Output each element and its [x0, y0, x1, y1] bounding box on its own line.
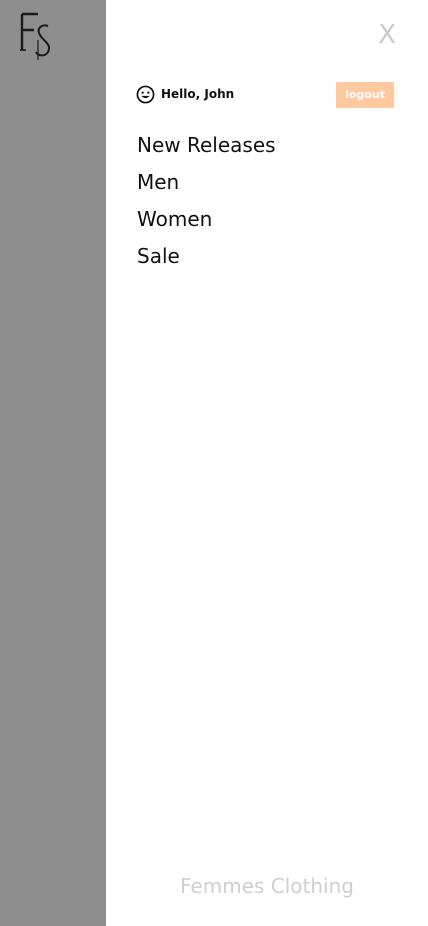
nav-menu: New Releases Men Women Sale [137, 130, 276, 278]
brand-logo[interactable] [16, 10, 60, 62]
nav-item-women[interactable]: Women [137, 204, 276, 241]
close-menu-button[interactable]: X [378, 22, 396, 48]
nav-item-new-releases[interactable]: New Releases [137, 130, 276, 167]
logout-button[interactable]: logout [336, 82, 394, 108]
greeting-text: Hello, John [161, 87, 235, 101]
fs-monogram-logo-icon [20, 12, 50, 60]
app-screen: X Hello, John logout New Releases Men Wo… [0, 0, 428, 926]
nav-item-men[interactable]: Men [137, 167, 276, 204]
side-menu-drawer: X Hello, John logout New Releases Men Wo… [106, 0, 428, 926]
smiley-icon [136, 85, 155, 104]
footer-brand-name: Femmes Clothing [180, 874, 354, 898]
user-greeting-row: Hello, John logout [136, 82, 394, 108]
nav-item-sale[interactable]: Sale [137, 241, 276, 278]
